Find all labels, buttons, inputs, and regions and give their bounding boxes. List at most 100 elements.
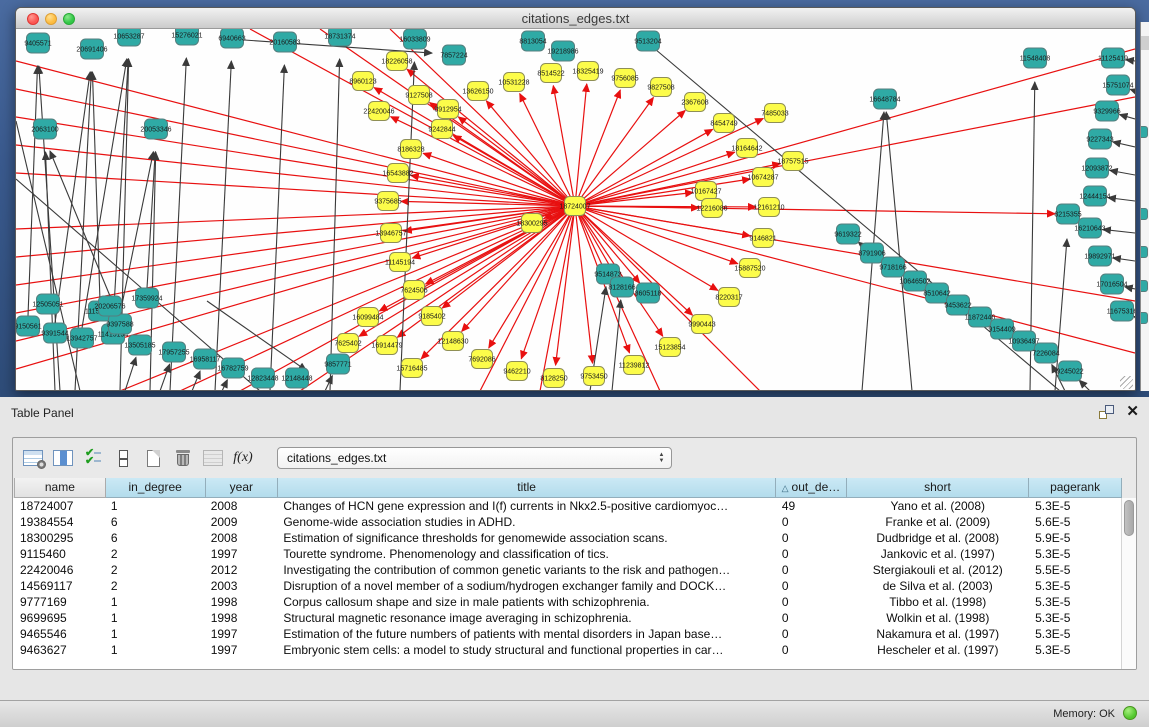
table-cell[interactable]: 0 xyxy=(776,642,847,658)
column-header-pagerank[interactable]: pagerank xyxy=(1029,478,1122,497)
table-cell[interactable]: Estimation of the future numbers of pati… xyxy=(277,626,775,642)
table-header-row[interactable]: namein_degreeyeartitle△out_de…shortpager… xyxy=(15,478,1122,497)
table-cell[interactable]: 1997 xyxy=(205,626,278,642)
table-cell[interactable]: Genome-wide association studies in ADHD. xyxy=(277,514,775,530)
table-cell[interactable]: 0 xyxy=(776,578,847,594)
table-cell[interactable]: Jankovic et al. (1997) xyxy=(846,546,1029,562)
table-cell[interactable]: 1997 xyxy=(205,546,278,562)
table-cell[interactable]: Investigating the contribution of common… xyxy=(277,562,775,578)
table-cell[interactable]: 22420046 xyxy=(14,562,105,578)
table-cell[interactable]: Dudbridge et al. (2008) xyxy=(846,530,1029,546)
table-cell[interactable]: 9463627 xyxy=(14,642,105,658)
network-view-window[interactable]: citations_edges.txt 18724007183002951822… xyxy=(15,7,1136,391)
table-cell[interactable]: Changes of HCN gene expression and I(f) … xyxy=(277,498,775,514)
table-cell[interactable]: Estimation of significance thresholds fo… xyxy=(277,530,775,546)
table-row[interactable]: 946362711997Embryonic stem cells: a mode… xyxy=(14,642,1122,658)
show-columns-icon[interactable] xyxy=(49,444,77,472)
memory-status-indicator[interactable] xyxy=(1123,706,1137,720)
table-row[interactable]: 946554611997Estimation of the future num… xyxy=(14,626,1122,642)
table-cell[interactable]: Stergiakouli et al. (2012) xyxy=(846,562,1029,578)
table-cell[interactable]: 5.3E-5 xyxy=(1029,626,1122,642)
table-cell[interactable]: Tourette syndrome. Phenomenology and cla… xyxy=(277,546,775,562)
table-cell[interactable]: 6 xyxy=(105,514,205,530)
table-cell[interactable]: 0 xyxy=(776,530,847,546)
column-header-short[interactable]: short xyxy=(846,478,1028,497)
table-cell[interactable]: 1 xyxy=(105,498,205,514)
table-cell[interactable]: 0 xyxy=(776,546,847,562)
table-cell[interactable]: 2012 xyxy=(205,562,278,578)
table-cell[interactable]: 1997 xyxy=(205,642,278,658)
table-cell[interactable]: 1998 xyxy=(205,594,278,610)
table-cell[interactable]: 0 xyxy=(776,626,847,642)
table-cell[interactable]: 1 xyxy=(105,594,205,610)
table-cell[interactable]: Nakamura et al. (1997) xyxy=(846,626,1029,642)
table-cell[interactable]: 1 xyxy=(105,642,205,658)
table-cell[interactable]: 2008 xyxy=(205,498,278,514)
table-cell[interactable]: Tibbo et al. (1998) xyxy=(846,594,1029,610)
table-mode-icon[interactable] xyxy=(19,444,47,472)
table-cell[interactable]: 2 xyxy=(105,578,205,594)
table-cell[interactable]: 0 xyxy=(776,514,847,530)
row-height-icon[interactable] xyxy=(109,444,137,472)
column-header-year[interactable]: year xyxy=(205,478,278,497)
network-graph-svg[interactable]: 1872400718300295182260588960123912750822… xyxy=(16,29,1135,391)
column-header-out_de[interactable]: △out_de… xyxy=(776,478,847,497)
table-cell[interactable]: 5.3E-5 xyxy=(1029,546,1122,562)
table-row[interactable]: 1872400712008Changes of HCN gene express… xyxy=(14,498,1122,514)
table-cell[interactable]: Hescheler et al. (1997) xyxy=(846,642,1029,658)
table-cell[interactable]: 2009 xyxy=(205,514,278,530)
column-header-in_degree[interactable]: in_degree xyxy=(105,478,205,497)
scrollbar-thumb[interactable] xyxy=(1124,500,1134,536)
table-cell[interactable]: 0 xyxy=(776,562,847,578)
table-cell[interactable]: 2003 xyxy=(205,578,278,594)
window-resize-grip[interactable] xyxy=(1120,376,1133,389)
table-cell[interactable]: 1 xyxy=(105,626,205,642)
table-cell[interactable]: 9465546 xyxy=(14,626,105,642)
table-row[interactable]: 1830029562008Estimation of significance … xyxy=(14,530,1122,546)
table-cell[interactable]: 0 xyxy=(776,610,847,626)
table-cell[interactable]: 5.3E-5 xyxy=(1029,578,1122,594)
table-scrollbar[interactable] xyxy=(1121,498,1136,671)
network-canvas[interactable]: 1872400718300295182260588960123912750822… xyxy=(16,29,1135,391)
table-cell[interactable]: 2008 xyxy=(205,530,278,546)
table-cell[interactable]: 2 xyxy=(105,546,205,562)
table-cell[interactable]: 5.5E-5 xyxy=(1029,562,1122,578)
table-cell[interactable]: 9115460 xyxy=(14,546,105,562)
select-columns-icon[interactable]: ✔ ✔ xyxy=(79,444,107,472)
table-cell[interactable]: 1998 xyxy=(205,610,278,626)
table-row[interactable]: 977716911998Corpus callosum shape and si… xyxy=(14,594,1122,610)
table-cell[interactable]: 0 xyxy=(776,594,847,610)
new-column-icon[interactable] xyxy=(139,444,167,472)
table-row[interactable]: 969969511998Structural magnetic resonanc… xyxy=(14,610,1122,626)
table-row[interactable]: 2242004622012Investigating the contribut… xyxy=(14,562,1122,578)
table-cell[interactable]: Structural magnetic resonance image aver… xyxy=(277,610,775,626)
window-titlebar[interactable]: citations_edges.txt xyxy=(16,8,1135,29)
table-cell[interactable]: 5.3E-5 xyxy=(1029,642,1122,658)
table-cell[interactable]: 18724007 xyxy=(14,498,105,514)
table-cell[interactable]: Yano et al. (2008) xyxy=(846,498,1029,514)
table-row[interactable]: 911546021997Tourette syndrome. Phenomeno… xyxy=(14,546,1122,562)
table-row[interactable]: 1938455462009Genome-wide association stu… xyxy=(14,514,1122,530)
table-cell[interactable]: Wolkin et al. (1998) xyxy=(846,610,1029,626)
table-cell[interactable]: Disruption of a novel member of a sodium… xyxy=(277,578,775,594)
table-cell[interactable]: 1 xyxy=(105,610,205,626)
table-cell[interactable]: Corpus callosum shape and size in male p… xyxy=(277,594,775,610)
table-cell[interactable]: Embryonic stem cells: a model to study s… xyxy=(277,642,775,658)
table-cell[interactable]: 9777169 xyxy=(14,594,105,610)
table-cell[interactable]: 49 xyxy=(776,498,847,514)
table-cell[interactable]: 5.3E-5 xyxy=(1029,594,1122,610)
import-table-icon[interactable] xyxy=(199,444,227,472)
table-cell[interactable]: 14569117 xyxy=(14,578,105,594)
table-cell[interactable]: 5.9E-5 xyxy=(1029,530,1122,546)
table-row[interactable]: 1456911722003Disruption of a novel membe… xyxy=(14,578,1122,594)
table-cell[interactable]: 19384554 xyxy=(14,514,105,530)
table-cell[interactable]: Franke et al. (2009) xyxy=(846,514,1029,530)
table-selector-dropdown[interactable]: citations_edges.txt ▲▼ xyxy=(277,447,672,469)
float-panel-icon[interactable] xyxy=(1099,405,1114,419)
delete-column-icon[interactable] xyxy=(169,444,197,472)
table-cell[interactable]: de Silva et al. (2003) xyxy=(846,578,1029,594)
table-cell[interactable]: 5.6E-5 xyxy=(1029,514,1122,530)
function-builder-icon[interactable]: f(x) xyxy=(229,444,257,472)
table-cell[interactable]: 5.3E-5 xyxy=(1029,498,1122,514)
table-cell[interactable]: 6 xyxy=(105,530,205,546)
